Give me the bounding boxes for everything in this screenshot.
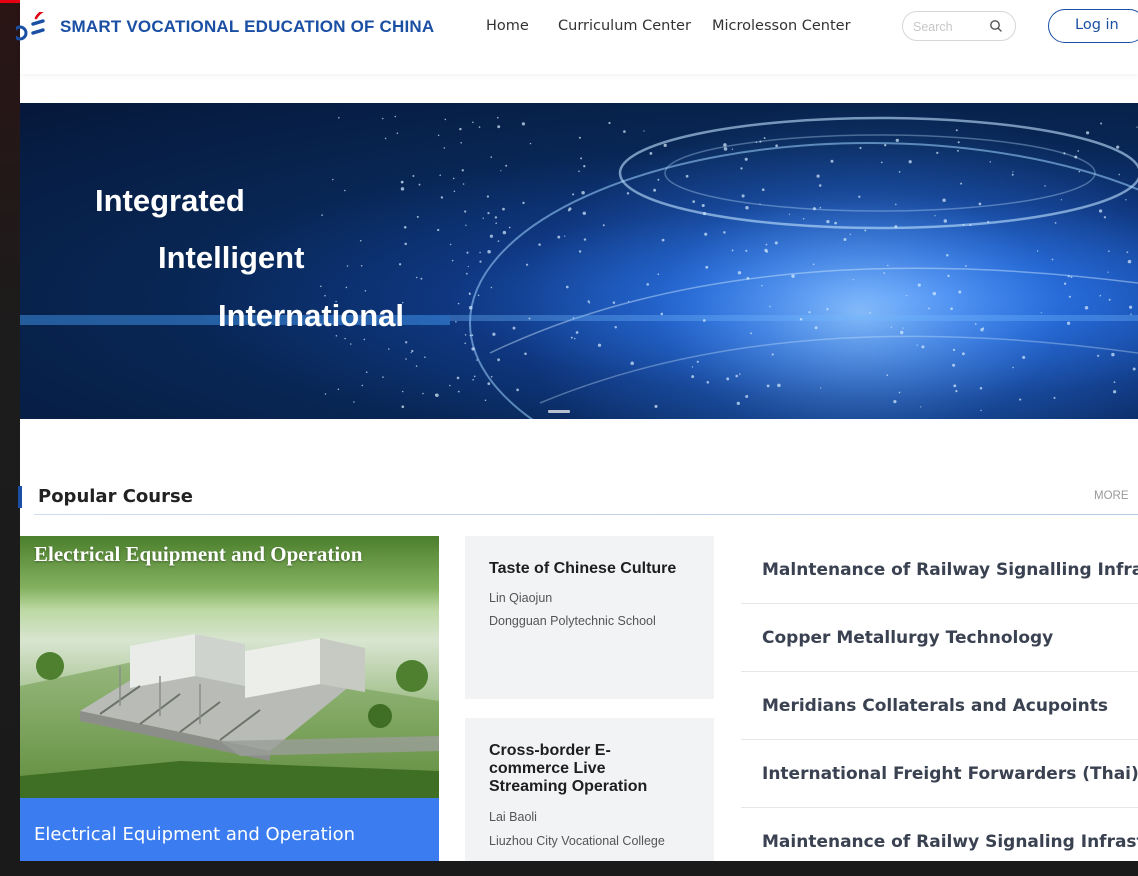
login-button[interactable]: Log in <box>1048 9 1138 43</box>
course-card-title-line: Streaming Operation <box>489 778 648 795</box>
course-card-title-line: Cross-border E- <box>489 742 611 759</box>
search-input[interactable] <box>911 17 985 37</box>
course-list-item[interactable]: Maintenance of Railwy Signaling Infrast.… <box>741 808 1138 876</box>
course-card-teacher: Lai Baoli <box>489 810 537 824</box>
search-box <box>902 11 1016 41</box>
tagline-intelligent: Intelligent <box>158 240 305 275</box>
course-list-item[interactable]: International Freight Forwarders (Thai) <box>741 740 1138 808</box>
featured-course-caption[interactable]: Electrical Equipment and Operation <box>20 798 439 861</box>
course-card-teacher: Lin Qiaojun <box>489 591 553 605</box>
course-card-school: Liuzhou City Vocational College <box>489 834 665 848</box>
course-card-school: Dongguan Polytechnic School <box>489 614 656 628</box>
course-list-item-title: International Freight Forwarders (Thai) <box>762 764 1138 784</box>
page: SMART VOCATIONAL EDUCATION OF CHINA Home… <box>16 0 1138 861</box>
featured-course-card[interactable]: Electrical Equipment and Operation Elect… <box>20 536 439 861</box>
course-list-item[interactable]: Meridians Collaterals and Acupoints <box>741 672 1138 740</box>
course-card-title-line: commerce Live <box>489 760 606 777</box>
course-list-item[interactable]: Copper Metallurgy Technology <box>741 604 1138 672</box>
course-list-item-title: Meridians Collaterals and Acupoints <box>762 696 1108 716</box>
course-card[interactable]: Taste of Chinese Culture Lin Qiaojun Don… <box>465 536 714 699</box>
course-list-item-title: Maintenance of Railwy Signaling Infrast.… <box>762 832 1138 852</box>
featured-course-image: Electrical Equipment and Operation <box>20 536 439 798</box>
section-marker <box>18 486 22 508</box>
site-header: SMART VOCATIONAL EDUCATION OF CHINA Home… <box>16 0 1138 74</box>
more-link[interactable]: MORE <box>1094 490 1129 502</box>
substation-illustration <box>20 634 439 798</box>
course-list-item-title: Copper Metallurgy Technology <box>762 628 1054 648</box>
featured-course-caption-text: Electrical Equipment and Operation <box>34 824 356 845</box>
tagline-international: International <box>218 298 405 333</box>
course-list-item-title: Malntenance of Railway Signalling Infra.… <box>762 560 1138 580</box>
left-background-strip <box>0 0 22 861</box>
featured-course-image-title: Electrical Equipment and Operation <box>34 542 363 566</box>
nav-microlesson-center[interactable]: Microlesson Center <box>712 18 851 34</box>
carousel-indicator[interactable] <box>548 410 570 413</box>
section-divider <box>34 514 1138 515</box>
course-card-title: Cross-border E- commerce Live Streaming … <box>489 742 647 796</box>
nav-home[interactable]: Home <box>486 18 529 34</box>
course-list-item[interactable]: Malntenance of Railway Signalling Infra.… <box>741 536 1138 604</box>
course-card[interactable]: Cross-border E- commerce Live Streaming … <box>465 718 714 861</box>
section-title-popular-course: Popular Course <box>38 486 193 507</box>
logo-icon[interactable] <box>16 12 50 42</box>
course-card-title-line: Taste of Chinese Culture <box>489 560 677 577</box>
search-icon[interactable] <box>989 19 1003 33</box>
hero-banner[interactable]: Integrated Intelligent International <box>20 103 1138 419</box>
tagline-integrated: Integrated <box>95 183 245 218</box>
nav-curriculum-center[interactable]: Curriculum Center <box>558 18 691 34</box>
brand-name[interactable]: SMART VOCATIONAL EDUCATION OF CHINA <box>60 17 434 37</box>
course-card-title: Taste of Chinese Culture <box>489 560 676 578</box>
